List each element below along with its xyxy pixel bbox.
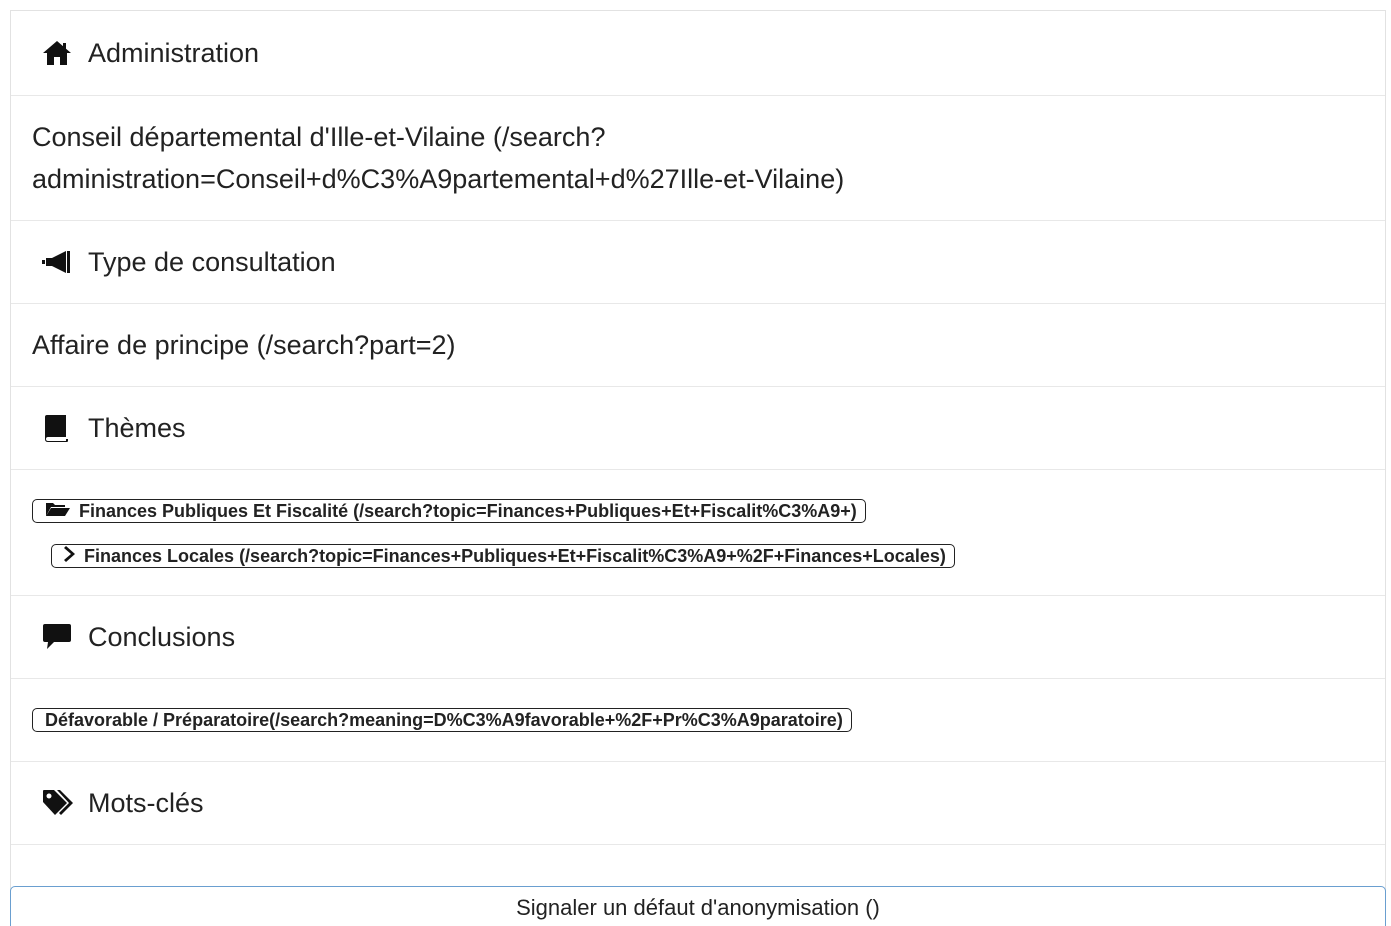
book-icon xyxy=(42,414,76,442)
consultation-type-value: Affaire de principe (/search?part=2) xyxy=(11,304,1385,387)
meaning-tag[interactable]: Défavorable / Préparatoire(/search?meani… xyxy=(32,708,852,732)
home-icon xyxy=(42,39,76,67)
administration-value-line-2: administration=Conseil+d%C3%A9partementa… xyxy=(32,164,845,194)
page: Administration Conseil départemental d'I… xyxy=(0,0,1391,926)
folder-open-icon xyxy=(45,501,79,522)
report-anonymization-button-label: Signaler un défaut d'anonymisation () xyxy=(516,895,880,920)
administration-header: Administration xyxy=(11,11,1385,96)
megaphone-icon xyxy=(42,248,76,276)
topic-tag-label: Finances Publiques Et Fiscalité (/search… xyxy=(79,500,857,521)
themes-header-label: Thèmes xyxy=(88,412,186,443)
conclusions-header-label: Conclusions xyxy=(88,621,236,652)
meaning-tag-label: Défavorable / Préparatoire(/search?meani… xyxy=(45,709,843,730)
consultation-type-header-label: Type de consultation xyxy=(88,246,336,277)
conclusions-meaning-row: Défavorable / Préparatoire(/search?meani… xyxy=(11,679,1385,762)
chevron-right-icon xyxy=(64,545,84,567)
themes-header: Thèmes xyxy=(11,387,1385,470)
tags-icon xyxy=(42,789,76,817)
topic-tag-finances-locales[interactable]: Finances Locales (/search?topic=Finances… xyxy=(51,544,955,568)
administration-header-label: Administration xyxy=(88,37,260,68)
topic-tag-finances-publiques[interactable]: Finances Publiques Et Fiscalité (/search… xyxy=(32,499,866,523)
themes-topics: Finances Publiques Et Fiscalité (/search… xyxy=(11,470,1385,596)
report-anonymization-button[interactable]: Signaler un défaut d'anonymisation () xyxy=(10,886,1386,926)
keywords-header: Mots-clés xyxy=(11,762,1385,845)
consultation-type-header: Type de consultation xyxy=(11,221,1385,304)
conclusions-header: Conclusions xyxy=(11,596,1385,679)
administration-value: Conseil départemental d'Ille-et-Vilaine … xyxy=(11,96,1385,221)
comment-icon xyxy=(42,623,76,651)
topic-tag-label: Finances Locales (/search?topic=Finances… xyxy=(84,545,946,566)
details-panel: Administration Conseil départemental d'I… xyxy=(10,10,1386,926)
keywords-list xyxy=(11,845,1385,885)
administration-value-line-1: Conseil départemental d'Ille-et-Vilaine … xyxy=(32,122,606,152)
keywords-header-label: Mots-clés xyxy=(88,787,204,818)
